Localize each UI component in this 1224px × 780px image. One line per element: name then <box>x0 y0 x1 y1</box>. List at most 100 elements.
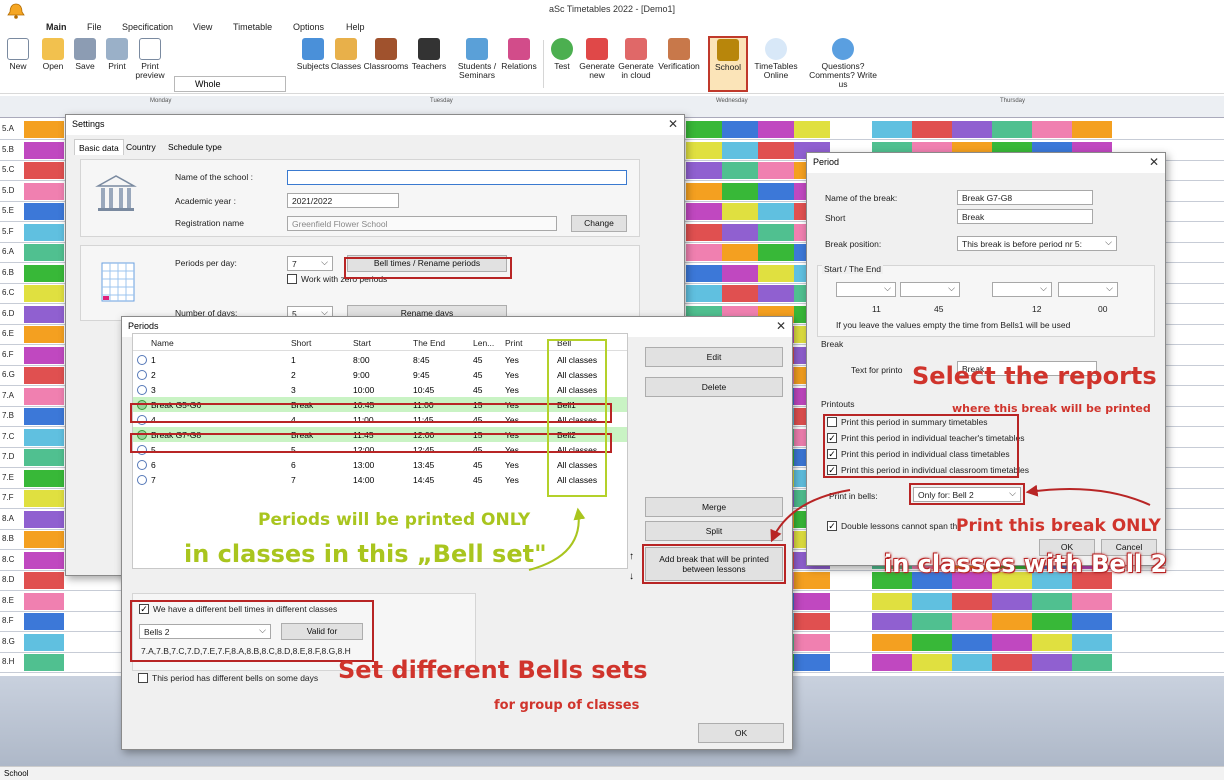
lesson-card[interactable] <box>686 244 722 261</box>
lesson-card[interactable] <box>24 449 64 466</box>
lesson-card[interactable] <box>686 162 722 179</box>
lesson-card[interactable] <box>992 592 1032 610</box>
open-button[interactable]: Open <box>38 38 68 71</box>
double-lessons-checkbox[interactable]: ✓ <box>827 521 837 531</box>
grid-row-label[interactable]: 6.A <box>2 247 24 256</box>
move-down-icon[interactable]: ↓ <box>629 571 634 582</box>
generate-new-button[interactable]: Generate new <box>578 38 616 80</box>
save-button[interactable]: Save <box>72 38 98 71</box>
test-button[interactable]: Test <box>550 38 574 71</box>
lesson-card[interactable] <box>722 285 758 302</box>
classrooms-button[interactable]: Classrooms <box>362 38 410 71</box>
lesson-card[interactable] <box>1032 633 1072 651</box>
grid-row-label[interactable]: 5.B <box>2 145 24 154</box>
lesson-card[interactable] <box>952 121 992 138</box>
lesson-card[interactable] <box>912 633 952 651</box>
school-button[interactable]: School <box>708 36 748 92</box>
lesson-card[interactable] <box>722 141 758 159</box>
lesson-card[interactable] <box>952 654 992 671</box>
students-seminars-button[interactable]: Students / Seminars <box>454 38 500 80</box>
academic-year-input[interactable]: 2021/2022 <box>287 193 399 208</box>
lesson-card[interactable] <box>794 633 830 651</box>
lesson-card[interactable] <box>872 121 912 138</box>
lesson-card[interactable] <box>24 510 64 528</box>
lesson-card[interactable] <box>1032 654 1072 671</box>
grid-row-label[interactable]: 8.C <box>2 555 24 564</box>
grid-row-label[interactable]: 5.E <box>2 206 24 215</box>
move-up-icon[interactable]: ↑ <box>629 551 634 562</box>
lesson-card[interactable] <box>1032 121 1072 138</box>
lesson-card[interactable] <box>758 264 794 282</box>
lesson-card[interactable] <box>794 654 830 671</box>
grid-row-label[interactable]: 7.E <box>2 473 24 482</box>
grid-row-label[interactable]: 7.D <box>2 452 24 461</box>
break-name-input[interactable]: Break G7-G8 <box>957 190 1093 205</box>
lesson-card[interactable] <box>722 244 758 261</box>
break-position-select[interactable]: This break is before period nr 5: <box>957 236 1117 251</box>
lesson-card[interactable] <box>758 223 794 241</box>
lesson-card[interactable] <box>758 182 794 200</box>
grid-row-label[interactable]: 5.D <box>2 186 24 195</box>
lesson-card[interactable] <box>686 223 722 241</box>
grid-row-label[interactable]: 8.D <box>2 575 24 584</box>
grid-row-label[interactable]: 7.A <box>2 391 24 400</box>
menu-specification[interactable]: Specification <box>122 22 173 32</box>
lesson-card[interactable] <box>24 121 64 138</box>
lesson-card[interactable] <box>24 531 64 548</box>
menu-file[interactable]: File <box>87 22 102 32</box>
questions-button[interactable]: Questions? Comments? Write us <box>806 38 880 89</box>
lesson-card[interactable] <box>24 182 64 200</box>
lesson-card[interactable] <box>686 121 722 138</box>
lesson-card[interactable] <box>872 613 912 630</box>
grid-row-label[interactable]: 8.A <box>2 514 24 523</box>
lesson-card[interactable] <box>24 203 64 220</box>
column-start[interactable]: Start <box>353 338 371 348</box>
lesson-card[interactable] <box>24 346 64 364</box>
lesson-card[interactable] <box>758 121 794 138</box>
lesson-card[interactable] <box>24 162 64 179</box>
zero-periods-checkbox[interactable] <box>287 274 297 284</box>
view-select[interactable]: Whole <box>174 76 286 92</box>
lesson-card[interactable] <box>794 592 830 610</box>
lesson-card[interactable] <box>24 633 64 651</box>
lesson-card[interactable] <box>24 572 64 589</box>
lesson-card[interactable] <box>952 613 992 630</box>
lesson-card[interactable] <box>24 490 64 507</box>
lesson-card[interactable] <box>24 592 64 610</box>
lesson-card[interactable] <box>722 264 758 282</box>
lesson-card[interactable] <box>24 264 64 282</box>
lesson-card[interactable] <box>992 121 1032 138</box>
subjects-button[interactable]: Subjects <box>296 38 330 71</box>
lesson-card[interactable] <box>758 244 794 261</box>
delete-button[interactable]: Delete <box>645 377 783 397</box>
relations-button[interactable]: Relations <box>500 38 538 71</box>
lesson-card[interactable] <box>24 223 64 241</box>
lesson-card[interactable] <box>722 203 758 220</box>
grid-row-label[interactable]: 8.B <box>2 534 24 543</box>
lesson-card[interactable] <box>24 387 64 405</box>
lesson-card[interactable] <box>758 141 794 159</box>
column-end[interactable]: The End <box>413 338 445 348</box>
grid-row-label[interactable]: 8.G <box>2 637 24 646</box>
classes-button[interactable]: Classes <box>330 38 362 71</box>
lesson-card[interactable] <box>912 121 952 138</box>
menu-view[interactable]: View <box>193 22 212 32</box>
lesson-card[interactable] <box>24 367 64 384</box>
lesson-card[interactable] <box>686 203 722 220</box>
lesson-card[interactable] <box>992 633 1032 651</box>
lesson-card[interactable] <box>1032 613 1072 630</box>
tab-country[interactable]: Country <box>126 142 156 152</box>
grid-row-label[interactable]: 5.C <box>2 165 24 174</box>
lesson-card[interactable] <box>24 408 64 425</box>
column-name[interactable]: Name <box>151 338 174 348</box>
print-preview-button[interactable]: Print preview <box>134 38 166 80</box>
grid-row-label[interactable]: 6.G <box>2 370 24 379</box>
end-minute-select[interactable] <box>1058 282 1118 297</box>
lesson-card[interactable] <box>722 182 758 200</box>
lesson-card[interactable] <box>24 469 64 487</box>
grid-row-label[interactable]: 7.B <box>2 411 24 420</box>
close-icon[interactable]: ✕ <box>668 117 678 131</box>
lesson-card[interactable] <box>1072 654 1112 671</box>
lesson-card[interactable] <box>686 264 722 282</box>
lesson-card[interactable] <box>1072 613 1112 630</box>
